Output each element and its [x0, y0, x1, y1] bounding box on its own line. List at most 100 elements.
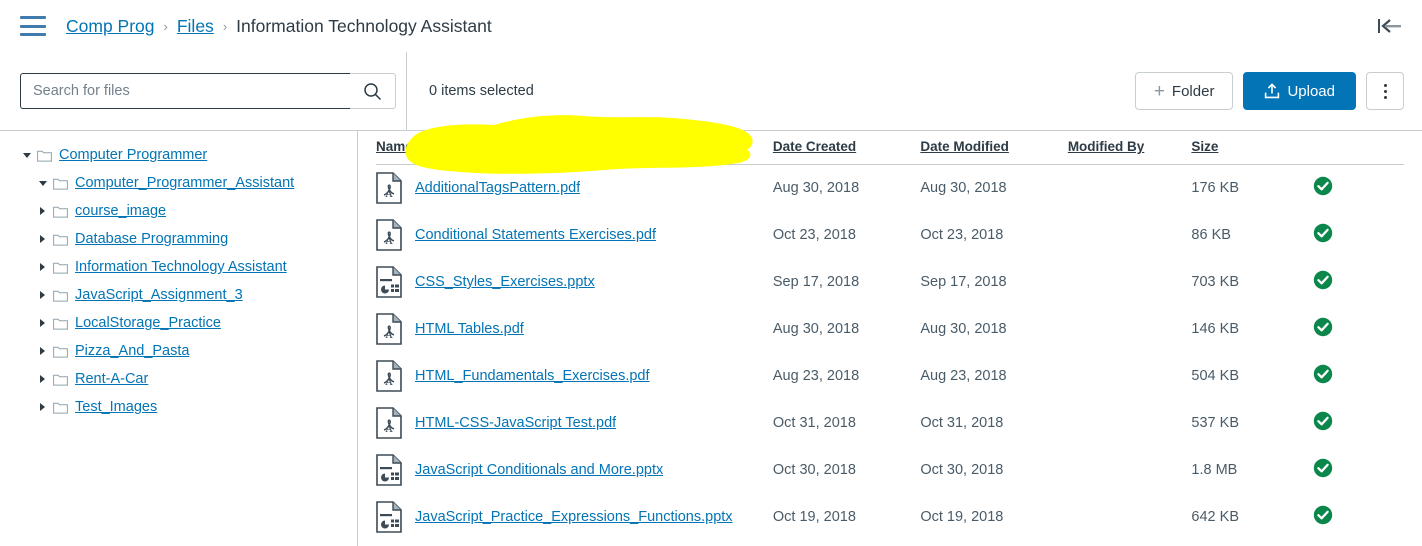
file-name-link[interactable]: JavaScript_Practice_Expressions_Function… [415, 509, 733, 525]
file-name-link[interactable]: CSS_Styles_Exercises.pptx [415, 274, 595, 290]
column-header-name[interactable]: Name [376, 131, 773, 165]
tree-item-localstorage-practice[interactable]: LocalStorage_Practice [0, 309, 357, 337]
column-header-date-created[interactable]: Date Created [772, 131, 921, 165]
folder-icon [53, 261, 68, 274]
published-status-button[interactable] [1313, 505, 1333, 525]
file-date-created: Aug 30, 2018 [772, 180, 860, 197]
published-icon [1313, 270, 1333, 290]
hamburger-icon[interactable] [20, 16, 46, 36]
tree-item-computer-programmer-assistant[interactable]: Computer_Programmer_Assistant [0, 169, 357, 197]
pdf-file-icon: ᴀ [376, 219, 402, 251]
tree-item-computer-programmer[interactable]: Computer Programmer [0, 141, 357, 169]
file-date-created: Oct 23, 2018 [772, 227, 856, 243]
file-modified-by [1068, 494, 1192, 541]
file-date-modified: Aug 30, 2018 [920, 321, 1007, 337]
column-header-size[interactable]: Size [1191, 131, 1313, 165]
search-input[interactable] [20, 73, 350, 109]
published-status-button[interactable] [1313, 176, 1333, 196]
pptx-file-icon [376, 501, 402, 533]
published-status-button[interactable] [1313, 223, 1333, 243]
published-status-button[interactable] [1313, 364, 1333, 384]
table-row[interactable]: JavaScript Conditionals and More.pptx Oct… [376, 447, 1404, 494]
file-date-modified: Oct 19, 2018 [920, 509, 1004, 525]
tree-item-pizza-and-pasta[interactable]: Pizza_And_Pasta [0, 337, 357, 365]
breadcrumb-item-current: Information Technology Assistant [236, 15, 492, 36]
add-folder-button[interactable]: + Folder [1134, 72, 1234, 110]
folder-icon [53, 177, 68, 190]
chevron-right-icon[interactable] [36, 403, 49, 411]
file-published-cell [1313, 447, 1404, 494]
column-header-modified-by-label: Modified By [1067, 139, 1145, 154]
pptx-file-icon [376, 266, 402, 298]
table-header-row: Name Date Created Date Modified Modified… [376, 131, 1404, 165]
published-status-button[interactable] [1313, 411, 1333, 431]
tree-item-database-programming[interactable]: Database Programming [0, 225, 357, 253]
more-options-button[interactable] [1366, 72, 1404, 110]
tree-item-course-image[interactable]: course_image [0, 197, 357, 225]
breadcrumb-item-files[interactable]: Files [177, 16, 214, 37]
pdf-file-icon: ᴀ [376, 172, 402, 205]
folder-icon [53, 373, 68, 386]
table-row[interactable]: JavaScript_Practice_Expressions_Function… [376, 494, 1404, 541]
published-icon [1313, 505, 1333, 525]
file-published-cell [1313, 306, 1404, 353]
file-name-link[interactable]: HTML_Fundamentals_Exercises.pdf [415, 368, 650, 384]
file-name-link[interactable]: Conditional Statements Exercises.pdf [415, 227, 656, 243]
files-body: Computer Programmer Computer_Programmer_… [0, 130, 1422, 546]
file-size: 176 KB [1191, 180, 1239, 197]
chevron-right-icon[interactable] [36, 291, 49, 299]
chevron-right-icon[interactable] [36, 207, 49, 215]
chevron-right-icon[interactable] [36, 235, 49, 243]
upload-button[interactable]: Upload [1243, 72, 1356, 110]
column-header-date-modified[interactable]: Date Modified [920, 131, 1068, 165]
published-status-button[interactable] [1313, 270, 1333, 290]
breadcrumb-item-comp-prog[interactable]: Comp Prog [66, 16, 155, 37]
tree-item-rent-a-car[interactable]: Rent-A-Car [0, 365, 357, 393]
chevron-right-icon[interactable] [36, 347, 49, 355]
table-row[interactable]: ᴀ AdditionalTagsPattern.pdf Aug 30, 2018 Au… [376, 165, 1404, 212]
upload-icon [1265, 82, 1280, 98]
published-icon [1313, 223, 1333, 243]
published-status-button[interactable] [1313, 317, 1333, 337]
table-row[interactable]: ᴀ Conditional Statements Exercises.pdf Oct… [376, 212, 1404, 259]
tree-item-test-images[interactable]: Test_Images [0, 393, 357, 421]
file-date-created: Oct 19, 2018 [772, 509, 856, 525]
file-modified-by [1068, 353, 1192, 400]
table-row[interactable]: CSS_Styles_Exercises.pptx Sep 17, 2018 Sep… [376, 259, 1404, 306]
chevron-right-icon[interactable] [36, 263, 49, 271]
breadcrumb-separator-icon: › [163, 18, 168, 34]
chevron-right-icon[interactable] [36, 319, 49, 327]
toolbar-actions: + Folder Upload [1134, 72, 1404, 110]
file-name-link[interactable]: HTML-CSS-JavaScript Test.pdf [415, 415, 616, 431]
table-row[interactable]: ᴀ HTML_Fundamentals_Exercises.pdf Aug 23, … [376, 353, 1404, 400]
file-name-link[interactable]: HTML Tables.pdf [415, 321, 524, 337]
collapse-left-icon[interactable] [1376, 14, 1404, 38]
chevron-down-icon[interactable] [36, 180, 49, 186]
pdf-file-icon: ᴀ [376, 407, 402, 439]
tree-item-label: LocalStorage_Practice [75, 315, 221, 331]
folder-icon [53, 289, 68, 302]
pptx-file-icon [376, 454, 402, 486]
kebab-menu-icon [1383, 83, 1387, 99]
file-date-created: Sep 17, 2018 [772, 274, 860, 290]
tree-item-label: JavaScript_Assignment_3 [75, 287, 243, 303]
table-row[interactable]: ᴀ HTML-CSS-JavaScript Test.pdf Oct 31, 201… [376, 400, 1404, 447]
file-size: 146 KB [1191, 321, 1239, 337]
files-table-body: ᴀ AdditionalTagsPattern.pdf Aug 30, 2018 Au… [376, 165, 1404, 541]
column-header-modified-by[interactable]: Modified By [1067, 131, 1192, 165]
chevron-down-icon[interactable] [20, 152, 33, 158]
folder-icon [53, 317, 68, 330]
file-modified-by [1068, 447, 1192, 494]
file-name-link[interactable]: JavaScript Conditionals and More.pptx [415, 462, 663, 478]
search-button[interactable] [350, 73, 396, 109]
tree-item-javascript-assignment-3[interactable]: JavaScript_Assignment_3 [0, 281, 357, 309]
file-published-cell [1313, 165, 1404, 212]
file-name-link[interactable]: AdditionalTagsPattern.pdf [415, 180, 580, 196]
tree-item-information-technology-assistant[interactable]: Information Technology Assistant [0, 253, 357, 281]
published-status-button[interactable] [1313, 458, 1333, 478]
folder-icon [37, 149, 52, 162]
table-row[interactable]: ᴀ HTML Tables.pdf Aug 30, 2018 Aug 30, 2018… [376, 306, 1404, 353]
search-group [20, 73, 398, 109]
file-published-cell [1313, 212, 1404, 259]
chevron-right-icon[interactable] [36, 375, 49, 383]
